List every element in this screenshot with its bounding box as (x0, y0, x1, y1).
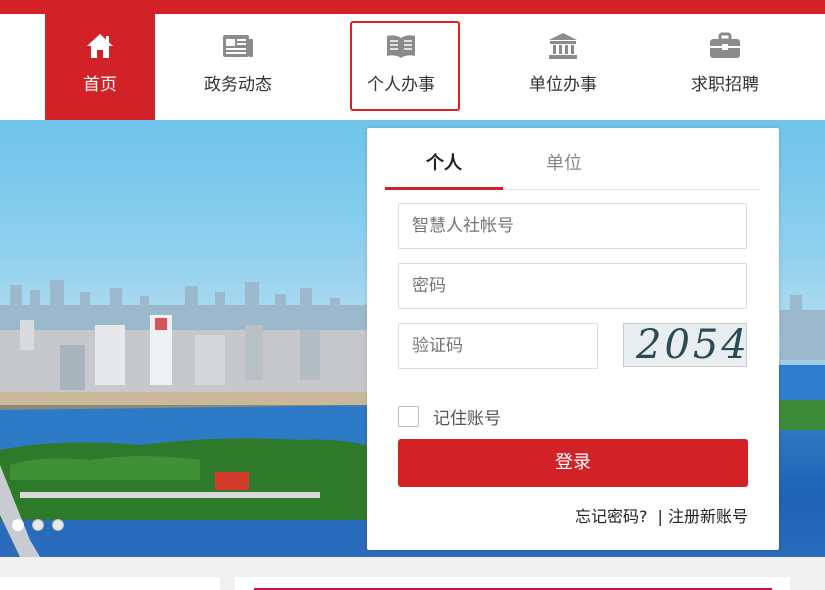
home-icon (84, 30, 116, 62)
remember-checkbox[interactable] (398, 405, 419, 427)
login-panel: 个人 单位 2054 记住账号 登录 忘记密码? | 注册新账号 (367, 128, 779, 550)
nav-item-news[interactable]: 政务动态 (183, 14, 293, 120)
bank-icon (547, 30, 579, 62)
login-links: 忘记密码? | 注册新账号 (575, 503, 748, 527)
newspaper-icon (222, 30, 254, 62)
password-input[interactable] (398, 263, 747, 309)
carousel-dots (12, 519, 64, 531)
nav-item-personal[interactable]: 个人办事 (346, 14, 456, 120)
nav-label: 个人办事 (367, 75, 435, 95)
login-tabs: 个人 单位 (385, 142, 760, 190)
main-nav: 首页 政务动态 个人办事 单位办事 求职招聘 (0, 14, 825, 120)
register-link[interactable]: | 注册新账号 (658, 503, 748, 527)
nav-item-unit[interactable]: 单位办事 (508, 14, 618, 120)
carousel-dot[interactable] (32, 519, 44, 531)
nav-label: 政务动态 (204, 75, 272, 95)
carousel-dot[interactable] (12, 519, 24, 531)
book-icon (385, 30, 417, 62)
remember-label: 记住账号 (433, 408, 501, 429)
captcha-input[interactable] (398, 323, 598, 369)
top-red-bar (0, 0, 825, 14)
carousel-dot[interactable] (52, 519, 64, 531)
nav-item-jobs[interactable]: 求职招聘 (670, 14, 780, 120)
bottom-right-panel (235, 577, 790, 590)
briefcase-icon (709, 30, 741, 62)
bottom-left-panel (0, 577, 220, 590)
nav-item-home[interactable]: 首页 (45, 14, 155, 120)
forgot-password-link[interactable]: 忘记密码? (575, 503, 648, 527)
nav-label: 首页 (83, 75, 117, 95)
nav-label: 求职招聘 (691, 75, 759, 95)
remember-row: 记住账号 (398, 404, 501, 429)
captcha-image[interactable]: 2054 (623, 323, 747, 367)
tab-unit[interactable]: 单位 (505, 142, 623, 190)
captcha-code: 2054 (636, 323, 747, 367)
tab-personal[interactable]: 个人 (385, 142, 503, 190)
nav-label: 单位办事 (529, 75, 597, 95)
account-input[interactable] (398, 203, 747, 249)
login-button[interactable]: 登录 (398, 439, 748, 487)
